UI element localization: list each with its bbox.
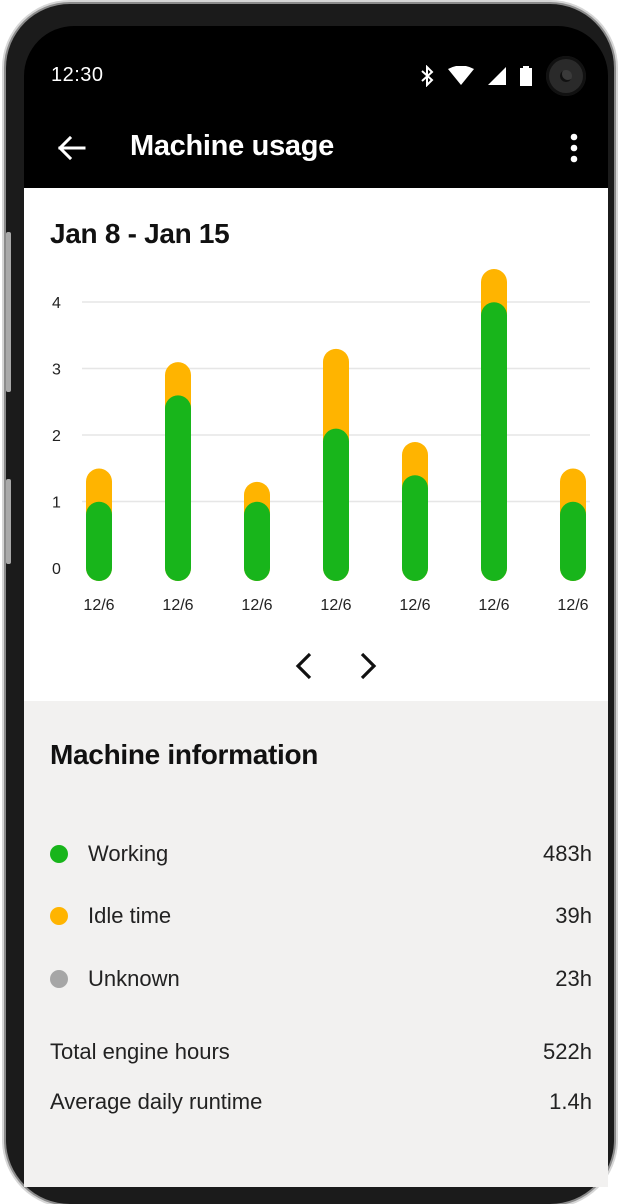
page-title: Machine usage [130,130,334,162]
bar-working[interactable] [86,501,112,581]
status-icons [420,56,586,96]
more-options-icon[interactable] [562,128,586,168]
screen: 12:30 Machine usage Jan 8 - Jan 15 0 1 2… [24,26,608,1187]
x-tick-label: 12/6 [162,597,193,614]
legend-label: Idle time [88,903,172,928]
legend-label: Working [88,841,169,866]
signal-icon [488,67,506,85]
bluetooth-icon [421,65,434,87]
legend-row-unknown: Unknown 23h [50,963,592,995]
x-tick-label: 12/6 [241,597,272,614]
bar-working[interactable] [402,475,428,581]
x-tick-label: 12/6 [557,597,588,614]
bar-working[interactable] [481,302,507,581]
phone-frame: 12:30 Machine usage Jan 8 - Jan 15 0 1 2… [6,4,614,1204]
x-tick-label: 12/6 [399,597,430,614]
chart-navigation [286,646,386,686]
idle-dot-icon [50,907,68,925]
x-tick-label: 12/6 [83,597,114,614]
x-tick-label: 12/6 [478,597,509,614]
y-tick-label: 0 [52,561,61,578]
y-tick-label: 3 [52,362,61,379]
usage-card: Jan 8 - Jan 15 0 1 2 3 4 12/6 12/6 12/6 12/6 12/6… [24,188,608,701]
legend-row-idle: Idle time 39h [50,900,592,932]
total-value: 522h [543,1039,592,1064]
legend-row-working: Working 483h [50,838,592,870]
x-tick-label: 12/6 [320,597,351,614]
status-time: 12:30 [51,64,104,86]
legend-value: 483h [543,841,592,866]
y-tick-label: 2 [52,428,61,445]
back-arrow-icon[interactable] [54,130,90,166]
next-week-button[interactable] [348,646,386,686]
wifi-icon [448,66,474,85]
total-label: Average daily runtime [50,1089,263,1114]
total-label: Total engine hours [50,1039,230,1064]
bar-working[interactable] [244,501,270,581]
working-dot-icon [50,845,68,863]
chevron-left-icon [295,652,312,680]
section-heading: Machine information [50,739,319,770]
bar-working[interactable] [323,428,349,581]
chevron-right-icon [360,652,377,680]
status-bar: 12:30 [24,26,608,112]
usage-bar-chart: 0 1 2 3 4 12/6 12/6 12/6 12/6 12/6 12/6 12/6 [52,269,590,614]
machine-information-panel: Machine information Working 483h Idle ti… [24,701,608,1187]
power-button [6,479,11,564]
previous-week-button[interactable] [286,646,324,686]
bar-working[interactable] [165,395,191,581]
unknown-dot-icon [50,970,68,988]
legend-value: 39h [555,903,592,928]
legend-label: Unknown [88,966,180,991]
y-tick-label: 1 [52,495,61,512]
bar-working[interactable] [560,501,586,581]
legend-value: 23h [555,966,592,991]
volume-button [6,232,11,392]
total-engine-hours-row: Total engine hours 522h [50,1036,592,1068]
total-value: 1.4h [549,1089,592,1114]
battery-icon [520,66,532,86]
y-tick-label: 4 [52,295,61,312]
front-camera [546,56,586,96]
app-bar: Machine usage [24,112,608,188]
average-daily-runtime-row: Average daily runtime 1.4h [50,1086,592,1118]
